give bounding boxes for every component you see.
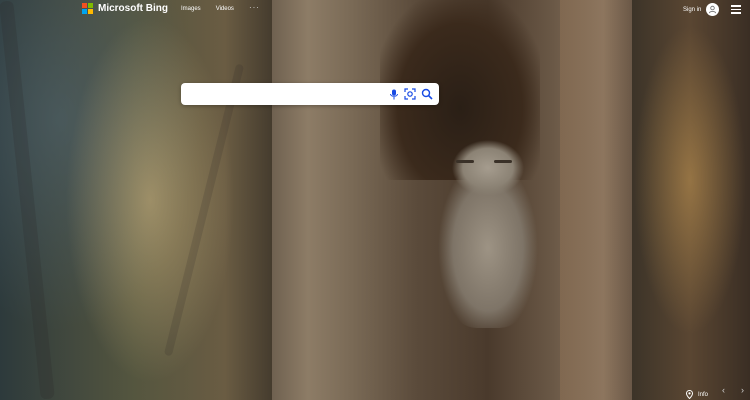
visual-search-icon[interactable] [404,88,416,100]
owl-eye [494,160,512,163]
background-branch [163,63,245,357]
more-icon[interactable]: ··· [249,4,260,12]
image-info-button[interactable]: Info [685,386,709,400]
sign-in-label: Sign in [683,6,702,13]
background-image [0,0,750,400]
search-icon[interactable] [421,88,433,100]
chevron-right-icon[interactable]: › [741,385,744,395]
search-input[interactable] [181,83,389,105]
search-box [181,83,439,105]
nav-images[interactable]: Images [181,6,201,12]
nav-videos[interactable]: Videos [216,6,234,12]
owl-eye [456,160,474,163]
chevron-left-icon[interactable]: ‹ [722,385,725,395]
trunk-highlight [560,0,630,400]
brand-name: Microsoft Bing [98,3,168,14]
avatar-icon [706,3,720,16]
microsoft-logo-icon [82,3,93,14]
info-label: Info [698,392,709,398]
location-pin-icon [685,386,694,400]
microphone-icon[interactable] [389,89,399,100]
background-branch [0,0,55,400]
top-nav: Images Videos ··· [181,4,260,13]
bing-logo[interactable]: Microsoft Bing [82,3,168,14]
owl [432,128,544,328]
sign-in-button[interactable]: Sign in [683,3,720,16]
header: Microsoft Bing Images Videos ··· Sign in [0,0,750,22]
menu-icon[interactable] [731,5,741,16]
